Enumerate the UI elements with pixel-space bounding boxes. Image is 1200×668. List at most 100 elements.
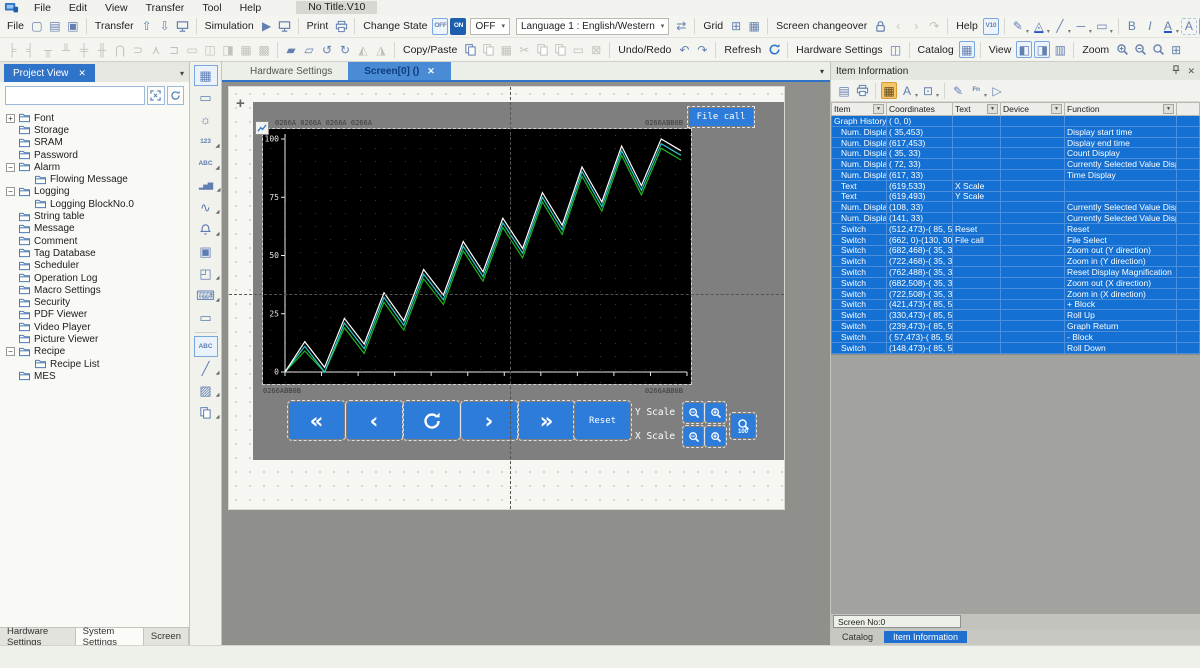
multi-copy-icon[interactable]: ▦ (498, 41, 514, 58)
column-header-device[interactable]: Device▼ (1001, 102, 1065, 116)
send-back-icon[interactable]: ▱ (301, 41, 317, 58)
dropdown-caret-icon[interactable]: ▾ (1089, 28, 1092, 35)
collapse-icon[interactable]: − (6, 163, 15, 172)
table-row[interactable]: Switch(722,468)-( 35, 35)Zoom in (Y dire… (831, 256, 1200, 267)
keypad-part-icon[interactable]: ⌨◢ (194, 285, 218, 306)
lamp-part-icon[interactable]: ☼ (194, 109, 218, 130)
dropdown-caret-icon[interactable]: ▾ (1068, 28, 1071, 35)
filter-icon[interactable]: ▼ (1051, 104, 1062, 114)
filter-edit-icon[interactable]: ✎ (950, 82, 966, 99)
italic-icon[interactable]: I (1142, 18, 1158, 35)
table-row[interactable]: Num. Display( 35,453)Display start time (831, 127, 1200, 138)
language-settings-icon[interactable]: ⇄ (673, 18, 689, 35)
state-on-icon[interactable]: ON (450, 18, 466, 35)
tree-item-security[interactable]: Security (6, 296, 189, 308)
dropdown-caret-icon[interactable]: ▾ (984, 92, 987, 99)
dropdown-caret-icon[interactable]: ▾ (1176, 28, 1179, 35)
column-header-item[interactable]: Item▼ (831, 102, 887, 116)
hmi-screen[interactable]: 0266A 0266A 0266A 0266A 0266ABB0B 0266AB… (253, 102, 784, 460)
end-time-placeholder[interactable]: 0266ABB0B (645, 387, 683, 395)
menu-help[interactable]: Help (231, 2, 271, 14)
tree-item-tag-database[interactable]: Tag Database (6, 247, 189, 259)
tree-item-operation-log[interactable]: Operation Log (6, 272, 189, 284)
print-list-icon[interactable] (854, 82, 870, 99)
screen-page[interactable]: + 0266A 0266A 0266A 0266A 0266ABB0B 0266… (228, 86, 785, 510)
tab-catalog[interactable]: Catalog (833, 631, 882, 643)
zoom-in-x-button[interactable] (706, 427, 725, 446)
rotate-left-icon[interactable]: ↺ (319, 41, 335, 58)
rect-style-icon[interactable]: ▭ (1094, 18, 1110, 35)
bar-graph-part-icon[interactable]: ▂▅▇◢ (194, 175, 218, 196)
close-icon[interactable]: ✕ (427, 66, 435, 77)
line-width-icon[interactable]: ─ (1073, 18, 1089, 35)
language-select[interactable]: Language 1 : English/Western▾ (516, 18, 669, 35)
table-row[interactable]: Switch(239,473)-( 85, 50)Graph Return (831, 321, 1200, 332)
table-row[interactable]: Switch(722,508)-( 35, 35)Zoom in (X dire… (831, 289, 1200, 300)
table-row[interactable]: Switch(662, 0)-(130, 30)File callFile Se… (831, 235, 1200, 246)
zoom-out-y-button[interactable] (684, 403, 703, 422)
tree-item-message[interactable]: Message (6, 223, 189, 235)
tree-item-storage[interactable]: Storage (6, 124, 189, 136)
search-expand-icon[interactable] (147, 86, 165, 105)
tab-screen[interactable]: Screen (144, 628, 189, 645)
text-display-icon[interactable]: A (899, 82, 915, 99)
next-screen-icon[interactable]: › (908, 18, 924, 35)
tree-item-logging[interactable]: −Logging (6, 186, 189, 198)
line-style-icon[interactable]: ╱ (1052, 18, 1068, 35)
distribute-icon[interactable]: ⊐ (166, 41, 182, 58)
tree-item-sram[interactable]: SRAM (6, 137, 189, 149)
cut-icon[interactable]: ✂ (516, 41, 532, 58)
prev-screen-icon[interactable]: ‹ (890, 18, 906, 35)
tab-hardware-settings[interactable]: Hardware Settings (0, 628, 76, 645)
trend-graph-part-icon[interactable]: ∿◢ (194, 197, 218, 218)
table-row[interactable]: Switch( 57,473)-( 85, 50)- Block (831, 332, 1200, 343)
table-row[interactable]: Switch(330,473)-( 85, 50)Roll Up (831, 310, 1200, 321)
select-area-icon[interactable]: ▭ (570, 41, 586, 58)
tab-system-settings[interactable]: System Settings (76, 627, 144, 645)
dropdown-caret-icon[interactable]: ▾ (1026, 28, 1029, 35)
tree-item-video-player[interactable]: Video Player (6, 321, 189, 333)
tab-item-information[interactable]: Item Information (884, 631, 967, 643)
state-off-icon[interactable]: OFF (432, 18, 448, 35)
table-row[interactable]: Num. Display(141, 33)Currently Selected … (831, 213, 1200, 224)
grid-arrange-icon[interactable]: ▦ (238, 41, 254, 58)
rotate-right-icon[interactable]: ↻ (337, 41, 353, 58)
copy-alt-icon[interactable] (534, 41, 550, 58)
table-row[interactable]: Num. Display(108, 33)Currently Selected … (831, 202, 1200, 213)
open-file-icon[interactable]: ▤ (47, 18, 63, 35)
table-row[interactable]: Graph History( 0, 0) (831, 116, 1200, 127)
table-row[interactable]: Text(619,533)X Scale (831, 181, 1200, 192)
align-center-horizontal-icon[interactable]: ╫ (94, 41, 110, 58)
same-size-icon[interactable]: ◨ (220, 41, 236, 58)
tab-list-icon[interactable]: ▾ (820, 67, 824, 76)
catalog-icon[interactable]: ▦ (959, 41, 975, 58)
zoom-in-icon[interactable] (1114, 41, 1130, 58)
plus-block-button[interactable]: » (519, 402, 574, 439)
table-row[interactable]: Switch(682,508)-( 35, 35)Zoom out (X dir… (831, 278, 1200, 289)
expand-icon[interactable]: + (6, 114, 15, 123)
table-row[interactable]: Switch(421,473)-( 85, 50)+ Block (831, 300, 1200, 311)
edit-canvas[interactable]: + 0266A 0266A 0266A 0266A 0266ABB0B 0266… (222, 82, 830, 645)
view-left-pane-icon[interactable]: ◧ (1016, 41, 1032, 58)
table-row[interactable]: Num. Display(617,453)Display end time (831, 138, 1200, 149)
grid-display-icon[interactable]: ▦ (746, 18, 762, 35)
match-width-icon[interactable]: ⋂ (112, 41, 128, 58)
new-file-icon[interactable]: ▢ (29, 18, 45, 35)
tree-item-picture-viewer[interactable]: Picture Viewer (6, 333, 189, 345)
font-color-icon[interactable]: A (1160, 18, 1176, 35)
column-header-coordinates[interactable]: Coordinates (887, 102, 953, 116)
line-draw-icon[interactable]: ╱◢ (194, 358, 218, 379)
paste-icon[interactable] (480, 41, 496, 58)
tree-item-recipe-list[interactable]: Recipe List (6, 358, 189, 370)
align-center-vertical-icon[interactable]: ╪ (76, 41, 92, 58)
align-top-icon[interactable]: ╥ (40, 41, 56, 58)
grid-arrange-alt-icon[interactable]: ▩ (256, 41, 272, 58)
tree-item-flowing-message[interactable]: Flowing Message (6, 173, 189, 185)
table-row[interactable]: Switch(682,468)-( 35, 35)Zoom out (Y dir… (831, 246, 1200, 257)
minus-block-button[interactable]: « (289, 402, 344, 439)
menu-tool[interactable]: Tool (193, 2, 230, 14)
catalog-parts-icon[interactable]: ▦ (194, 65, 218, 86)
match-height-icon[interactable]: ⊃ (130, 41, 146, 58)
filter-icon[interactable]: ▼ (1163, 104, 1174, 114)
tree-item-scheduler[interactable]: Scheduler (6, 260, 189, 272)
